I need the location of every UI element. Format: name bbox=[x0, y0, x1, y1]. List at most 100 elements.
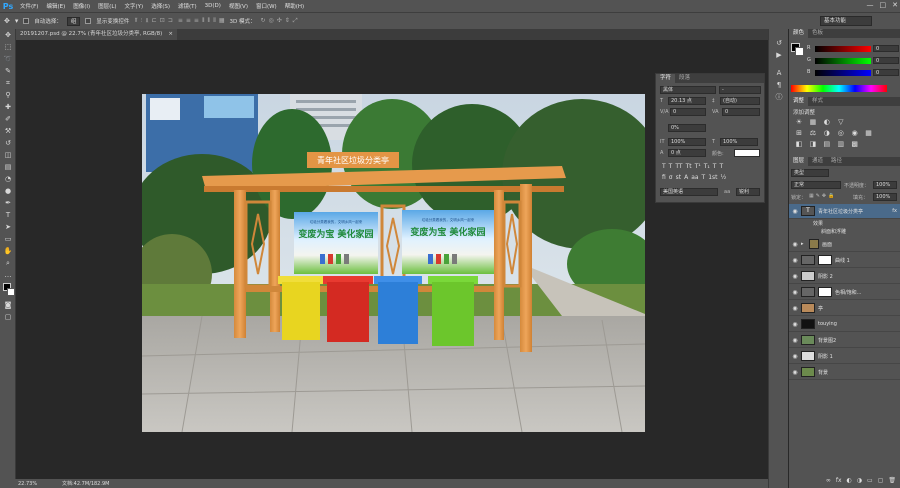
pen-tool-icon[interactable]: ✒ bbox=[0, 197, 16, 209]
strikethrough-button[interactable]: T bbox=[719, 163, 723, 170]
fractions-button[interactable]: ½ bbox=[721, 174, 727, 181]
lasso-tool-icon[interactable]: ➰ bbox=[0, 53, 16, 65]
subscript-button[interactable]: T₁ bbox=[704, 163, 710, 170]
link-layers-icon[interactable]: ∞ bbox=[826, 477, 831, 487]
document-tab[interactable]: 20191207.psd @ 22.7% (青年社区垃圾分类亭, RGB/8) … bbox=[16, 29, 177, 40]
visibility-eye-icon[interactable]: ◉ bbox=[789, 208, 801, 215]
invert-icon[interactable]: ◧ bbox=[793, 140, 805, 148]
visibility-eye-icon[interactable]: ◉ bbox=[789, 353, 801, 360]
small-caps-button[interactable]: Tt bbox=[686, 163, 692, 170]
type-tool-icon[interactable]: T bbox=[0, 209, 16, 221]
visibility-eye-icon[interactable]: ◉ bbox=[789, 369, 801, 376]
layer-effects-row[interactable]: 效果 bbox=[789, 220, 900, 228]
blur-tool-icon[interactable]: ◔ bbox=[0, 173, 16, 185]
menu-file[interactable]: 文件(F) bbox=[16, 2, 42, 10]
opacity-field[interactable]: 100% bbox=[873, 181, 897, 189]
tab-paragraph[interactable]: 段落 bbox=[675, 74, 694, 83]
quick-select-tool-icon[interactable]: ✎ bbox=[0, 65, 16, 77]
menu-view[interactable]: 视图(V) bbox=[225, 2, 252, 10]
curves-icon[interactable]: ◐ bbox=[821, 118, 833, 126]
fill-field[interactable]: 100% bbox=[873, 193, 897, 201]
visibility-eye-icon[interactable]: ◉ bbox=[789, 305, 801, 312]
tab-color[interactable]: 颜色 bbox=[789, 29, 809, 38]
titling-alt-button[interactable]: T bbox=[702, 174, 706, 181]
maximize-button[interactable]: □ bbox=[880, 1, 887, 9]
menu-image[interactable]: 图像(I) bbox=[69, 2, 94, 10]
new-group-icon[interactable]: ▭ bbox=[867, 477, 873, 487]
eyedropper-tool-icon[interactable]: ⚲ bbox=[0, 89, 16, 101]
tracking-field[interactable]: 0 bbox=[722, 108, 760, 116]
layer-row[interactable]: ◉ 背景图2 bbox=[789, 333, 900, 348]
layer-style-icon[interactable]: fx bbox=[836, 477, 842, 487]
tab-layers[interactable]: 图层 bbox=[789, 157, 809, 166]
faux-bold-button[interactable]: T bbox=[662, 163, 666, 170]
language-select[interactable]: 美国英语 bbox=[660, 188, 718, 196]
menu-window[interactable]: 窗口(W) bbox=[252, 2, 281, 10]
layer-row[interactable]: ◉ touying bbox=[789, 317, 900, 332]
blend-mode-select[interactable]: 正常 bbox=[791, 181, 841, 189]
auto-select-dropdown[interactable]: 组 bbox=[66, 16, 81, 26]
eraser-tool-icon[interactable]: ◫ bbox=[0, 149, 16, 161]
layer-row[interactable]: ◉ 阴影 2 bbox=[789, 269, 900, 284]
dodge-tool-icon[interactable]: ● bbox=[0, 185, 16, 197]
all-caps-button[interactable]: TT bbox=[675, 163, 682, 170]
align-bottom-icon[interactable]: ⫫ bbox=[145, 17, 148, 25]
visibility-eye-icon[interactable]: ◉ bbox=[789, 321, 801, 328]
text-color-swatch[interactable] bbox=[734, 149, 760, 157]
kerning-field[interactable]: 0 bbox=[670, 108, 706, 116]
actions-panel-icon[interactable]: ▶ bbox=[769, 49, 789, 61]
layer-row[interactable]: ◉ 色相/饱和... bbox=[789, 285, 900, 300]
tab-styles[interactable]: 样式 bbox=[808, 97, 827, 106]
layer-row[interactable]: ◉ 曲线 1 bbox=[789, 253, 900, 268]
move-tool-icon[interactable]: ✥ bbox=[0, 29, 16, 41]
delete-layer-icon[interactable]: 🗑 bbox=[888, 477, 896, 487]
new-adjustment-icon[interactable]: ◑ bbox=[857, 477, 862, 487]
color-lookup-icon[interactable]: ▦ bbox=[863, 129, 875, 137]
ligature-button[interactable]: fi bbox=[662, 174, 666, 181]
3d-drag-icon[interactable]: ✣ bbox=[277, 17, 282, 25]
add-mask-icon[interactable]: ◐ bbox=[847, 477, 852, 487]
tsume-field[interactable]: 0% bbox=[668, 124, 706, 132]
fx-icon[interactable]: fx bbox=[892, 208, 900, 214]
move-tool-icon[interactable]: ✥ bbox=[4, 17, 10, 25]
zoom-tool-icon[interactable]: ⌕ bbox=[0, 257, 16, 269]
tab-channels[interactable]: 通道 bbox=[808, 157, 827, 166]
history-brush-tool-icon[interactable]: ↺ bbox=[0, 137, 16, 149]
menu-layer[interactable]: 图层(L) bbox=[94, 2, 120, 10]
menu-3d[interactable]: 3D(D) bbox=[201, 3, 225, 9]
character-panel-icon[interactable]: A bbox=[769, 67, 789, 79]
color-spectrum-bar[interactable] bbox=[791, 85, 887, 92]
workspace-dropdown[interactable]: 基本功能 bbox=[820, 16, 872, 26]
tab-paths[interactable]: 路径 bbox=[827, 157, 846, 166]
slider-r-value[interactable]: 0 bbox=[873, 45, 899, 52]
3d-rotate-icon[interactable]: ↻ bbox=[260, 17, 265, 25]
show-transform-checkbox[interactable] bbox=[85, 18, 92, 24]
auto-select-checkbox[interactable] bbox=[23, 18, 30, 24]
visibility-eye-icon[interactable]: ◉ bbox=[789, 273, 801, 280]
align-vcenter-icon[interactable]: ⫶ bbox=[141, 17, 143, 25]
faux-italic-button[interactable]: T bbox=[669, 163, 673, 170]
distribute-right-icon[interactable]: ⦀ bbox=[213, 17, 216, 25]
tab-character[interactable]: 字符 bbox=[656, 74, 676, 83]
screen-mode-icon[interactable]: ▢ bbox=[0, 311, 16, 323]
slider-g[interactable] bbox=[815, 58, 871, 64]
slider-r[interactable] bbox=[815, 46, 871, 52]
levels-icon[interactable]: ▦ bbox=[807, 118, 819, 126]
paragraph-panel-icon[interactable]: ¶ bbox=[769, 79, 789, 91]
crop-tool-icon[interactable]: ⌗ bbox=[0, 77, 16, 89]
layer-row[interactable]: ◉ T 青年社区垃圾分类亭 fx bbox=[789, 204, 900, 219]
horizontal-scale-field[interactable]: 100% bbox=[720, 138, 758, 146]
slider-g-value[interactable]: 0 bbox=[873, 57, 899, 64]
tab-swatches[interactable]: 色板 bbox=[808, 29, 827, 38]
menu-type[interactable]: 文字(Y) bbox=[121, 2, 148, 10]
close-tab-button[interactable]: × bbox=[168, 29, 173, 40]
hand-tool-icon[interactable]: ✋ bbox=[0, 245, 16, 257]
font-style-select[interactable]: - bbox=[719, 86, 761, 94]
underline-button[interactable]: T bbox=[713, 163, 717, 170]
layer-row[interactable]: ◉ ▸ 画面 bbox=[789, 237, 900, 252]
path-select-tool-icon[interactable]: ➤ bbox=[0, 221, 16, 233]
layer-row[interactable]: ◉ 亭 bbox=[789, 301, 900, 316]
lock-icons[interactable]: ▦✎✥🔒 bbox=[809, 193, 836, 199]
swash-button[interactable]: A bbox=[684, 174, 688, 181]
shape-tool-icon[interactable]: ▭ bbox=[0, 233, 16, 245]
